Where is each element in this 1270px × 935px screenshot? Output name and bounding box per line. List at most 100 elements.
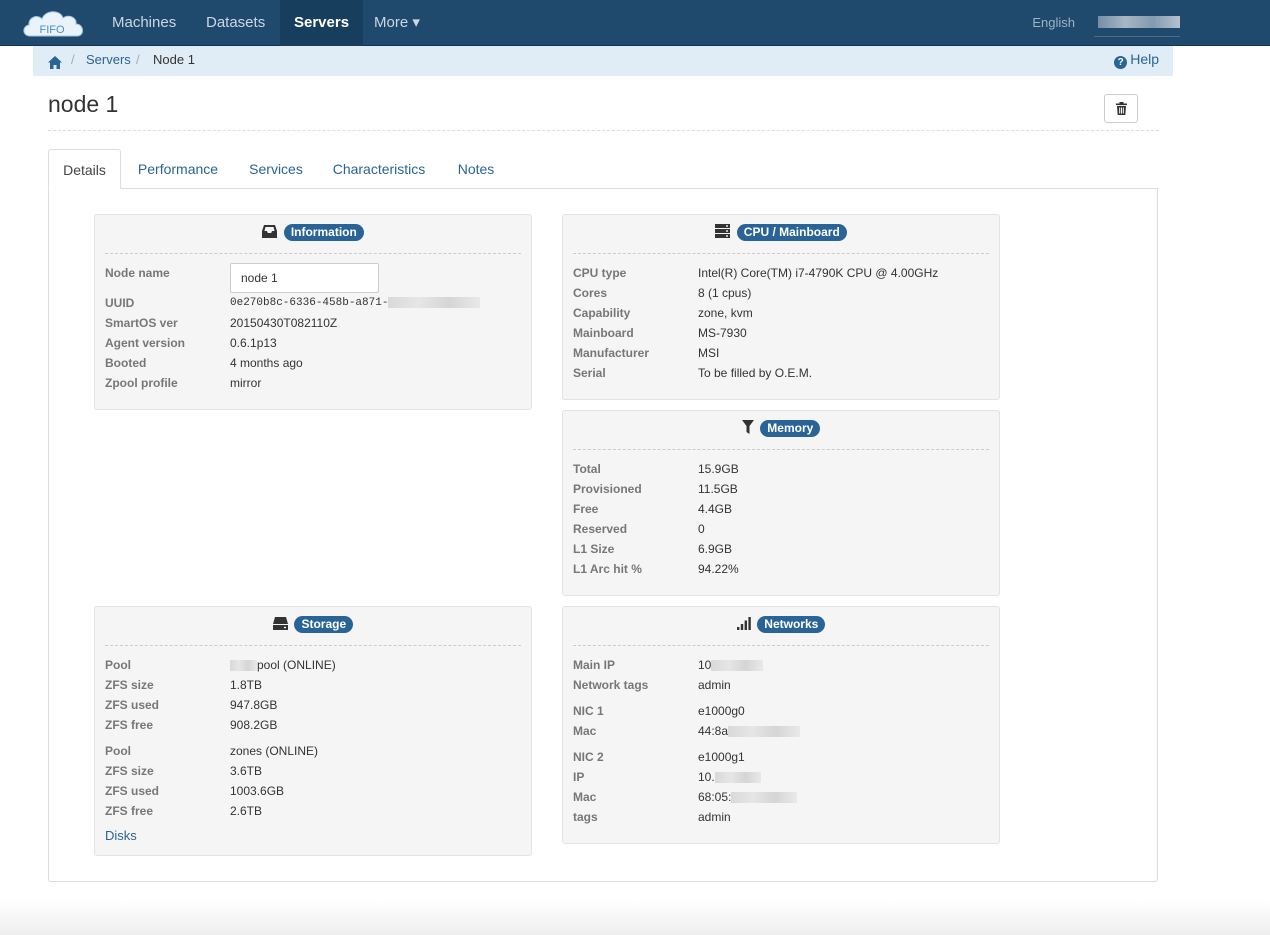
field-label: ZFS free [105, 718, 154, 732]
panel-header: Networks [573, 616, 989, 646]
field-label: Total [573, 462, 601, 476]
redacted-text [388, 296, 481, 308]
svg-text:FIFO: FIFO [39, 24, 64, 36]
tab-details[interactable]: Details [48, 149, 121, 189]
field-label: ZFS size [105, 764, 154, 778]
storage-panel: Storage Pool pool (ONLINE) ZFS size 1.8TB… [94, 606, 532, 856]
field-value: Intel(R) Core(TM) i7-4790K CPU @ 4.00GHz [698, 266, 939, 280]
page-title: node 1 [48, 91, 119, 117]
help-link[interactable]: ? Help [1114, 46, 1159, 73]
field-label: NIC 1 [573, 704, 604, 718]
field-label: Mac [573, 790, 597, 804]
field-value: 908.2GB [230, 718, 278, 732]
networks-panel: Networks Main IP 10 Network tags admin NI… [562, 606, 1000, 844]
memory-panel: Memory Total 15.9GB Provisioned 11.5GB Fre… [562, 410, 1000, 596]
field-label: SmartOS ver [105, 316, 178, 330]
breadcrumb-separator: / [136, 52, 140, 67]
field-label: ZFS size [105, 678, 154, 692]
nav-machines[interactable]: Machines [112, 0, 176, 46]
disks-link[interactable]: Disks [105, 828, 137, 843]
redacted-text [714, 772, 761, 784]
redacted-text [731, 792, 798, 804]
field-value: 94.22% [698, 562, 739, 576]
field-value: 44:8a [698, 721, 801, 741]
field-value: admin [698, 810, 731, 824]
field-value: 10 [698, 655, 764, 675]
field-value: 0e270b8c-6336-458b-a871- [230, 293, 481, 313]
language-selector[interactable]: English [1032, 0, 1075, 46]
field-value: admin [698, 678, 731, 692]
field-value: 0.6.1p13 [230, 336, 277, 350]
field-label: ZFS used [105, 698, 160, 712]
field-value: 4 months ago [230, 356, 303, 370]
field-value: 0 [698, 522, 705, 536]
cpu-mainboard-panel: CPU / Mainboard CPU type Intel(R) Core(TM… [562, 214, 1000, 400]
help-icon: ? [1114, 56, 1128, 69]
fifo-logo[interactable]: FIFO [20, 6, 88, 40]
panel-header: CPU / Mainboard [573, 224, 989, 254]
field-value: 4.4GB [698, 502, 733, 516]
tab-notes[interactable]: Notes [452, 149, 500, 189]
field-value: mirror [230, 376, 262, 390]
field-label: Node name [105, 266, 170, 280]
hdd-icon [272, 616, 288, 633]
field-label: IP [573, 770, 585, 784]
field-label: Booted [105, 356, 147, 370]
information-panel: Information Node name UUID 0e270b8c-6336… [94, 214, 532, 410]
field-label: Main IP [573, 658, 616, 672]
signal-bars-icon [736, 616, 751, 633]
top-navbar: FIFO Machines Datasets Servers More ▾ En… [0, 0, 1270, 46]
nav-more-dropdown[interactable]: More ▾ [374, 0, 420, 46]
field-label: NIC 2 [573, 750, 604, 764]
field-label: L1 Size [573, 542, 615, 556]
breadcrumb-servers[interactable]: Servers [86, 46, 131, 73]
memory-title: Memory [760, 420, 821, 438]
field-value: 10. [698, 767, 761, 787]
field-value: To be filled by O.E.M. [698, 366, 813, 380]
redacted-text [728, 726, 801, 738]
nav-datasets[interactable]: Datasets [206, 0, 265, 46]
field-value: 2.6TB [230, 804, 263, 818]
field-value: MS-7930 [698, 326, 747, 340]
user-menu[interactable] [1098, 16, 1180, 28]
delete-button[interactable] [1104, 94, 1138, 123]
field-label: Pool [105, 744, 131, 758]
information-title: Information [283, 224, 364, 242]
tab-characteristics[interactable]: Characteristics [329, 149, 429, 189]
breadcrumb-separator: / [71, 52, 75, 67]
field-value: 947.8GB [230, 698, 278, 712]
tab-performance[interactable]: Performance [132, 149, 224, 189]
field-label: L1 Arc hit % [573, 562, 642, 576]
storage-title: Storage [294, 616, 354, 634]
home-icon[interactable] [48, 51, 62, 78]
field-label: ZFS free [105, 804, 154, 818]
field-label: ZFS used [105, 784, 160, 798]
field-label: Pool [105, 658, 131, 672]
field-label: tags [573, 810, 598, 824]
field-label: Manufacturer [573, 346, 650, 360]
field-label: Zpool profile [105, 376, 178, 390]
field-label: Network tags [573, 678, 649, 692]
field-label: Capability [573, 306, 631, 320]
field-value: e1000g1 [698, 750, 745, 764]
nav-servers[interactable]: Servers [280, 0, 364, 46]
panel-header: Memory [573, 420, 989, 450]
tab-services[interactable]: Services [244, 149, 308, 189]
field-value: 6.9GB [698, 542, 733, 556]
inbox-icon [262, 224, 278, 241]
field-value: 3.6TB [230, 764, 263, 778]
field-value: 11.5GB [698, 482, 738, 496]
field-value: 1003.6GB [230, 784, 285, 798]
field-value: 1.8TB [230, 678, 263, 692]
field-label: Agent version [105, 336, 186, 350]
field-value: zones (ONLINE) [230, 744, 319, 758]
cpu-mainboard-title: CPU / Mainboard [736, 224, 847, 242]
title-divider [48, 130, 1159, 131]
filter-icon [741, 420, 754, 437]
breadcrumb: / Servers / Node 1 ? Help [33, 46, 1173, 76]
field-value: MSI [698, 346, 720, 360]
panel-header: Storage [105, 616, 521, 646]
field-label: Provisioned [573, 482, 642, 496]
node-name-input[interactable] [230, 263, 379, 293]
redacted-text [711, 660, 764, 672]
